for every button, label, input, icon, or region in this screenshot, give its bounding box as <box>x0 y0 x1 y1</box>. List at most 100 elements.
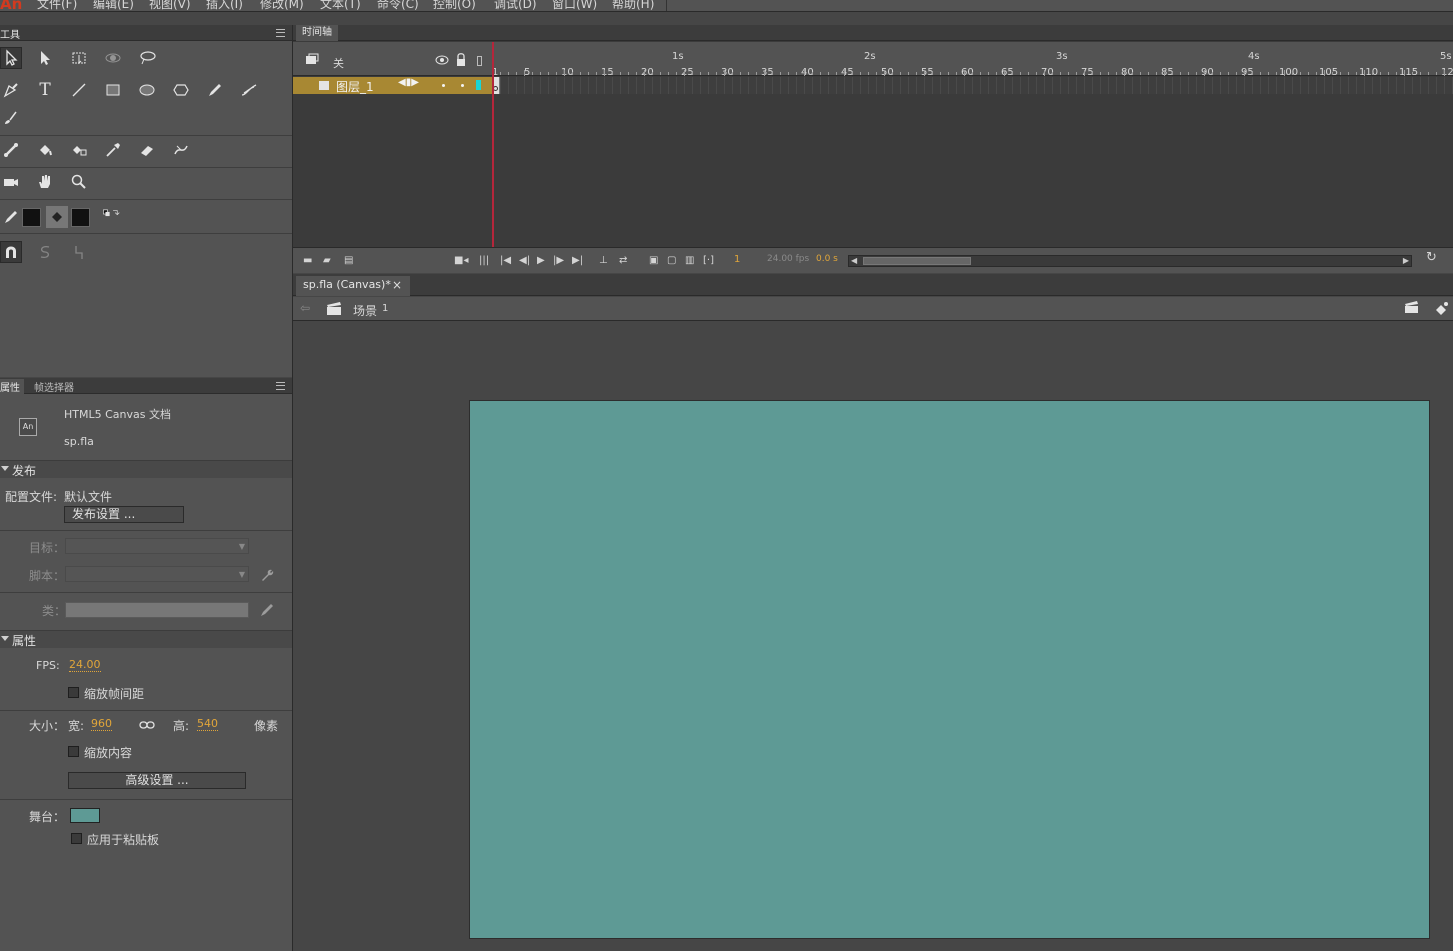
menu-control[interactable]: 控制(O) <box>433 0 476 11</box>
camera-icon[interactable] <box>0 171 22 193</box>
edit-multiple-icon[interactable]: ▥ <box>685 256 694 266</box>
eyedropper-icon[interactable] <box>102 139 124 161</box>
menu-modify[interactable]: 修改(M) <box>260 0 304 11</box>
camera-toggle-icon[interactable]: ■◂ <box>454 256 468 266</box>
apply-pasteboard-checkbox[interactable] <box>71 833 82 844</box>
layer-outline-color[interactable] <box>476 80 481 90</box>
layers-area[interactable] <box>293 95 492 247</box>
zoom-icon[interactable] <box>68 171 90 193</box>
lasso-icon[interactable] <box>136 47 158 69</box>
onion-markers-icon[interactable]: [·] <box>703 256 714 266</box>
snap-icon[interactable] <box>0 241 22 263</box>
menu-help[interactable]: 帮助(H) <box>612 0 654 11</box>
menu-window[interactable]: 窗口(W) <box>552 0 597 11</box>
target-select[interactable]: ▼ <box>65 538 249 554</box>
fps-value[interactable]: 24.00 <box>69 659 101 672</box>
layer-name[interactable]: 图层_1 <box>336 78 374 95</box>
menu-commands[interactable]: 命令(C) <box>377 0 419 11</box>
back-arrow-icon[interactable]: ⇦ <box>300 301 310 315</box>
oval-tool-icon[interactable] <box>136 79 158 101</box>
paint-brush-icon[interactable] <box>0 107 22 129</box>
frames-row[interactable] <box>492 77 1453 94</box>
document-tab[interactable]: sp.fla (Canvas)* × <box>296 276 410 296</box>
width-tool-icon[interactable] <box>170 139 192 161</box>
edit-class-icon[interactable] <box>256 599 278 621</box>
smooth-icon[interactable] <box>34 241 56 263</box>
pencil-icon[interactable] <box>204 79 226 101</box>
height-value[interactable]: 540 <box>197 718 218 731</box>
first-frame-icon[interactable]: |◀ <box>500 256 511 266</box>
frame-ruler[interactable]: 1 5 10 15 20 25 30 35 40 45 50 55 60 65 70 75 80 85 90 95 10… <box>492 42 1453 78</box>
center-frame-icon[interactable]: ⊥ <box>599 256 608 266</box>
stroke-color-swatch[interactable] <box>22 208 41 227</box>
eye-icon[interactable] <box>433 52 451 68</box>
menu-debug[interactable]: 调试(D) <box>494 0 537 11</box>
menu-file[interactable]: 文件(F) <box>37 0 77 11</box>
free-transform-icon[interactable] <box>68 47 90 69</box>
straighten-icon[interactable] <box>68 241 90 263</box>
close-icon[interactable]: × <box>392 276 402 294</box>
bone-tool-icon[interactable] <box>0 139 22 161</box>
playhead[interactable] <box>492 42 494 248</box>
panel-menu-icon[interactable] <box>276 29 285 37</box>
class-field[interactable] <box>65 602 249 618</box>
edit-symbols-icon[interactable] <box>1430 298 1453 318</box>
timeline-scrollbar[interactable]: ◀ ▶ <box>848 255 1412 267</box>
visibility-dot[interactable] <box>442 84 445 87</box>
hand-icon[interactable] <box>34 171 56 193</box>
panel-menu-icon[interactable] <box>276 382 285 390</box>
lock-icon[interactable] <box>452 52 470 68</box>
onion-outline-icon[interactable]: ▢ <box>667 256 676 266</box>
width-value[interactable]: 960 <box>91 718 112 731</box>
polystar-icon[interactable] <box>170 79 192 101</box>
play-icon[interactable]: ▶ <box>537 256 545 266</box>
tab-properties[interactable]: 属性 <box>0 379 24 395</box>
fill-color-icon[interactable] <box>46 206 68 228</box>
paint-bucket-icon[interactable] <box>34 139 56 161</box>
outline-icon[interactable] <box>477 56 482 66</box>
properties-section-header[interactable]: 属性 <box>0 630 292 648</box>
lock-dot[interactable] <box>461 84 464 87</box>
script-select[interactable]: ▼ <box>65 566 249 582</box>
advanced-settings-button[interactable]: 高级设置 ... <box>68 772 246 789</box>
publish-section-header[interactable]: 发布 <box>0 460 292 478</box>
frames-area[interactable] <box>492 95 1453 247</box>
text-tool-icon[interactable]: T <box>34 79 56 101</box>
wrench-icon[interactable] <box>256 564 278 586</box>
onion-skin-icon[interactable]: ▣ <box>649 256 658 266</box>
current-frame[interactable]: 1 <box>734 254 740 265</box>
loop-playback-icon[interactable]: ↻ <box>1426 251 1437 264</box>
tab-timeline[interactable]: 时间轴 <box>296 25 338 41</box>
edit-scene-icon[interactable] <box>1400 298 1424 318</box>
last-frame-icon[interactable]: ▶| <box>572 256 583 266</box>
loop-icon[interactable]: ⇄ <box>619 256 627 266</box>
menu-insert[interactable]: 插入(I) <box>206 0 243 11</box>
tools-tab[interactable]: 工具 <box>0 26 20 41</box>
menu-view[interactable]: 视图(V) <box>149 0 191 11</box>
layer-row[interactable]: 图层_1 ◀▮▶ <box>293 77 492 94</box>
3d-rotation-icon[interactable] <box>102 47 124 69</box>
fill-color-swatch[interactable] <box>71 208 90 227</box>
tab-frame-picker[interactable]: 帧选择器 <box>34 379 74 394</box>
brush-icon[interactable] <box>238 79 260 101</box>
stage-color-swatch[interactable] <box>70 808 100 823</box>
layer-depth-icon[interactable]: ||| <box>479 256 489 266</box>
line-tool-icon[interactable] <box>68 79 90 101</box>
stage[interactable] <box>469 400 1430 939</box>
pen-icon[interactable] <box>0 79 22 101</box>
next-frame-icon[interactable]: |▶ <box>553 256 564 266</box>
subselection-tool-icon[interactable] <box>34 47 56 69</box>
prev-frame-icon[interactable]: ◀| <box>519 256 530 266</box>
swap-colors-icon[interactable] <box>97 203 125 225</box>
elapsed-time[interactable]: 0.0 s <box>816 254 838 264</box>
delete-layer-icon[interactable]: ▤ <box>344 256 353 266</box>
frame-rate[interactable]: 24.00 fps <box>767 254 809 264</box>
scale-interval-checkbox[interactable] <box>68 687 79 698</box>
menu-text[interactable]: 文本(T) <box>320 0 361 11</box>
menu-edit[interactable]: 编辑(E) <box>93 0 134 11</box>
rectangle-tool-icon[interactable] <box>102 79 124 101</box>
scale-content-checkbox[interactable] <box>68 746 79 757</box>
new-layer-icon[interactable]: ▬ <box>303 256 312 266</box>
scroll-thumb[interactable] <box>863 257 971 265</box>
stroke-color-icon[interactable] <box>0 206 22 228</box>
